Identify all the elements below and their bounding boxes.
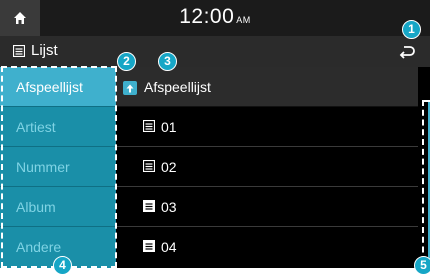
list-icon bbox=[13, 45, 25, 57]
callout-5: 5 bbox=[414, 256, 430, 275]
status-bar: 12:00 AM bbox=[0, 0, 430, 36]
list-header: Afspeellijst bbox=[116, 67, 418, 107]
list-icon bbox=[143, 120, 155, 132]
list-icon bbox=[143, 240, 155, 252]
up-arrow-icon bbox=[126, 84, 134, 92]
parent-folder-button[interactable] bbox=[123, 81, 137, 95]
page-title: Lijst bbox=[31, 42, 58, 59]
clock-ampm: AM bbox=[236, 15, 251, 25]
back-button[interactable] bbox=[384, 36, 430, 67]
sidebar-item-label: Nummer bbox=[16, 159, 70, 175]
category-sidebar: Afspeellijst Artiest Nummer Album Andere bbox=[0, 67, 116, 268]
sidebar-item-nummer[interactable]: Nummer bbox=[0, 147, 116, 187]
list-item[interactable]: 01 bbox=[116, 107, 418, 147]
sidebar-item-afspeellijst[interactable]: Afspeellijst bbox=[0, 67, 116, 107]
callout-3: 3 bbox=[158, 52, 177, 71]
list-icon bbox=[143, 200, 155, 212]
file-list: Afspeellijst 01 02 03 04 bbox=[116, 67, 418, 268]
callout-2: 2 bbox=[117, 52, 136, 71]
clock-time: 12:00 bbox=[179, 5, 235, 28]
list-item-label: 01 bbox=[161, 119, 177, 135]
title-bar: Lijst bbox=[0, 36, 430, 67]
callout-1: 1 bbox=[402, 20, 421, 39]
list-item[interactable]: 04 bbox=[116, 227, 418, 267]
sidebar-item-label: Andere bbox=[16, 239, 62, 255]
sidebar-item-label: Artiest bbox=[16, 119, 56, 135]
list-item-label: 03 bbox=[161, 199, 177, 215]
sidebar-item-artiest[interactable]: Artiest bbox=[0, 107, 116, 147]
current-folder-name: Afspeellijst bbox=[144, 79, 211, 95]
music-screen: 12:00 AM Lijst Afspeellijst Artiest Numme… bbox=[0, 0, 430, 268]
list-item-label: 04 bbox=[161, 239, 177, 255]
back-arrow-icon bbox=[399, 45, 415, 59]
sidebar-item-label: Album bbox=[16, 199, 56, 215]
list-item-label: 02 bbox=[161, 159, 177, 175]
list-item[interactable]: 03 bbox=[116, 187, 418, 227]
list-icon bbox=[143, 160, 155, 172]
list-item[interactable]: 02 bbox=[116, 147, 418, 187]
callout-4: 4 bbox=[53, 256, 72, 275]
sidebar-item-album[interactable]: Album bbox=[0, 187, 116, 227]
clock: 12:00 AM bbox=[0, 5, 430, 29]
sidebar-item-label: Afspeellijst bbox=[16, 79, 83, 95]
